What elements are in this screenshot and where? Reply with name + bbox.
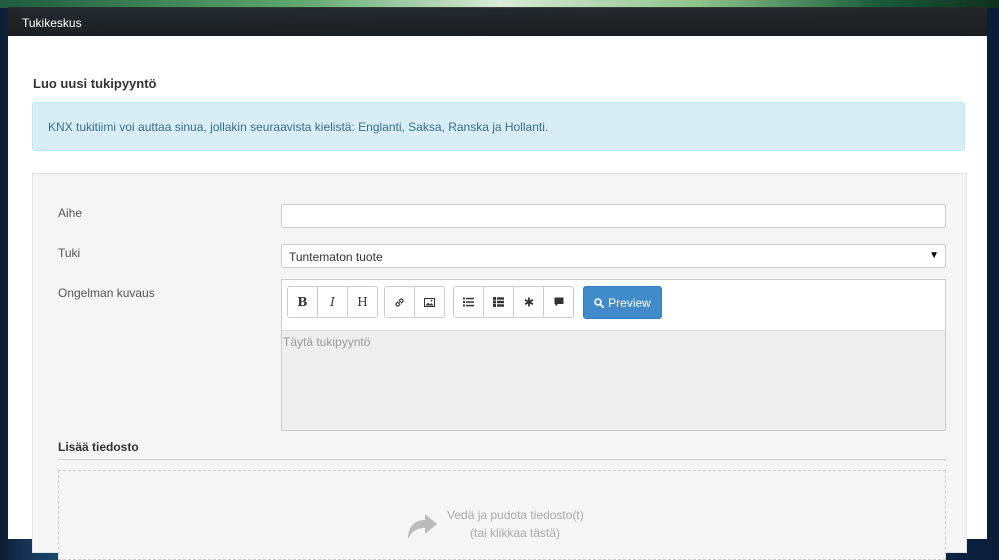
upload-arrow-icon <box>405 511 439 541</box>
editor-toolbar: B I H Preview <box>282 280 945 330</box>
image-icon <box>424 297 435 307</box>
link-icon <box>394 297 405 308</box>
markdown-editor: B I H Preview Täytä tukipyyntö <box>281 279 946 431</box>
code-button[interactable] <box>513 286 544 318</box>
attachments-divider <box>58 459 946 460</box>
numbered-list-button[interactable] <box>483 286 514 318</box>
preview-button[interactable]: Preview <box>583 286 662 319</box>
file-dropzone[interactable]: Vedä ja pudota tiedosto(t) (tai klikkaa … <box>58 470 946 560</box>
attachments-title: Lisää tiedosto <box>58 440 139 454</box>
format-button-group: B I H <box>287 286 378 318</box>
link-button[interactable] <box>384 286 415 318</box>
info-alert: KNX tukitiimi voi auttaa sinua, jollakin… <box>32 102 965 151</box>
description-label: Ongelman kuvaus <box>58 286 155 300</box>
support-select-value: Tuntematon tuote <box>289 250 383 264</box>
bullet-list-button[interactable] <box>453 286 484 318</box>
ticket-form: Aihe Tuki Tuntematon tuote ▼ Ongelman ku… <box>32 173 967 560</box>
main-container: Luo uusi tukipyyntö KNX tukitiimi voi au… <box>8 36 987 560</box>
asterisk-icon <box>524 297 534 307</box>
preview-button-label: Preview <box>608 295 651 310</box>
numbered-list-icon <box>493 297 504 307</box>
heading-button[interactable]: H <box>347 286 378 318</box>
subject-input[interactable] <box>281 204 946 228</box>
page-title: Luo uusi tukipyyntö <box>33 76 157 91</box>
bold-button[interactable]: B <box>287 286 318 318</box>
search-icon <box>594 297 605 308</box>
bullet-list-icon <box>463 297 474 307</box>
support-label: Tuki <box>58 246 81 260</box>
dropzone-click-text: (tai klikkaa tästä) <box>470 526 561 540</box>
quote-button[interactable] <box>543 286 574 318</box>
subject-label: Aihe <box>58 206 83 220</box>
support-select[interactable]: Tuntematon tuote ▼ <box>281 244 946 268</box>
nav-brand-link[interactable]: Tukikeskus <box>22 16 82 30</box>
comment-icon <box>554 297 564 307</box>
insert-button-group <box>384 286 445 318</box>
dropzone-drop-text: Vedä ja pudota tiedosto(t) <box>447 508 584 522</box>
description-textarea[interactable]: Täytä tukipyyntö <box>282 330 945 430</box>
image-button[interactable] <box>414 286 445 318</box>
caret-down-icon: ▼ <box>929 250 939 261</box>
navbar: Tukikeskus <box>8 7 987 36</box>
italic-button[interactable]: I <box>317 286 348 318</box>
block-button-group <box>453 286 574 318</box>
info-alert-text: KNX tukitiimi voi auttaa sinua, jollakin… <box>48 120 549 134</box>
